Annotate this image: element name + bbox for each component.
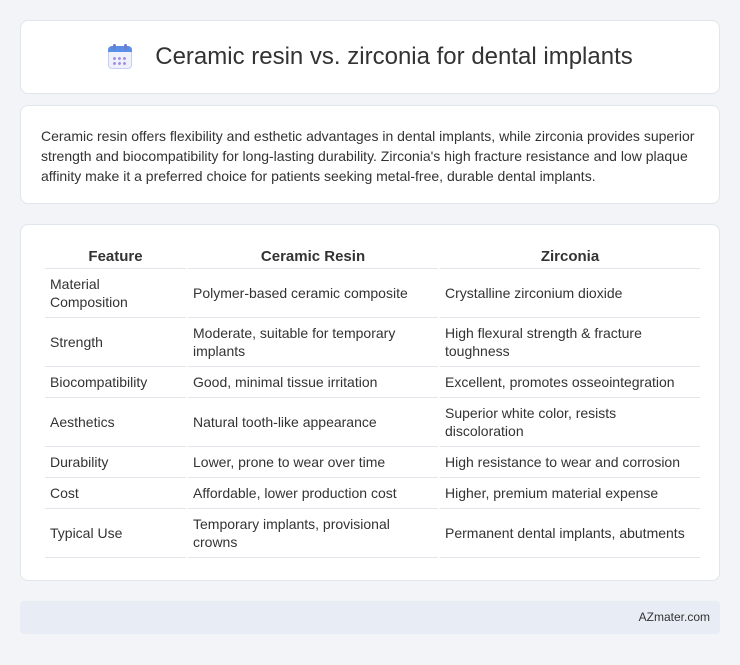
row-zirconia: High resistance to wear and corrosion xyxy=(440,447,700,478)
table-row: Material Composition Polymer-based ceram… xyxy=(45,269,700,318)
row-feature: Aesthetics xyxy=(45,398,186,447)
row-feature: Typical Use xyxy=(45,509,186,558)
description-text: Ceramic resin offers flexibility and est… xyxy=(41,128,695,184)
header-zirconia: Zirconia xyxy=(440,245,700,269)
header-ceramic-resin: Ceramic Resin xyxy=(188,245,438,269)
row-zirconia: Permanent dental implants, abutments xyxy=(440,509,700,558)
row-ceramic-resin: Affordable, lower production cost xyxy=(188,478,438,509)
comparison-table-card: Feature Ceramic Resin Zirconia Material … xyxy=(20,224,720,581)
description-card: Ceramic resin offers flexibility and est… xyxy=(20,105,720,204)
table-row: Biocompatibility Good, minimal tissue ir… xyxy=(45,367,700,398)
calendar-icon xyxy=(107,44,133,70)
table-row: Typical Use Temporary implants, provisio… xyxy=(45,509,700,558)
row-feature: Biocompatibility xyxy=(45,367,186,398)
row-ceramic-resin: Temporary implants, provisional crowns xyxy=(188,509,438,558)
table-header-row: Feature Ceramic Resin Zirconia xyxy=(45,245,700,269)
row-feature: Cost xyxy=(45,478,186,509)
row-zirconia: Higher, premium material expense xyxy=(440,478,700,509)
table-row: Strength Moderate, suitable for temporar… xyxy=(45,318,700,367)
row-zirconia: Crystalline zirconium dioxide xyxy=(440,269,700,318)
footer-brand: AZmater.com xyxy=(638,610,710,624)
title-wrap: Ceramic resin vs. zirconia for dental im… xyxy=(107,43,633,71)
row-ceramic-resin: Lower, prone to wear over time xyxy=(188,447,438,478)
row-ceramic-resin: Moderate, suitable for temporary implant… xyxy=(188,318,438,367)
row-ceramic-resin: Good, minimal tissue irritation xyxy=(188,367,438,398)
header-feature: Feature xyxy=(45,245,186,269)
title-card: Ceramic resin vs. zirconia for dental im… xyxy=(20,20,720,94)
row-ceramic-resin: Polymer-based ceramic composite xyxy=(188,269,438,318)
row-feature: Material Composition xyxy=(45,269,186,318)
table-row: Aesthetics Natural tooth-like appearance… xyxy=(45,398,700,447)
table-row: Cost Affordable, lower production cost H… xyxy=(45,478,700,509)
row-zirconia: High flexural strength & fracture toughn… xyxy=(440,318,700,367)
row-ceramic-resin: Natural tooth-like appearance xyxy=(188,398,438,447)
row-feature: Durability xyxy=(45,447,186,478)
footer-bar: AZmater.com xyxy=(20,601,720,634)
page-title: Ceramic resin vs. zirconia for dental im… xyxy=(155,43,633,70)
table-row: Durability Lower, prone to wear over tim… xyxy=(45,447,700,478)
row-feature: Strength xyxy=(45,318,186,367)
row-zirconia: Excellent, promotes osseointegration xyxy=(440,367,700,398)
comparison-table: Feature Ceramic Resin Zirconia Material … xyxy=(43,245,702,558)
row-zirconia: Superior white color, resists discolorat… xyxy=(440,398,700,447)
